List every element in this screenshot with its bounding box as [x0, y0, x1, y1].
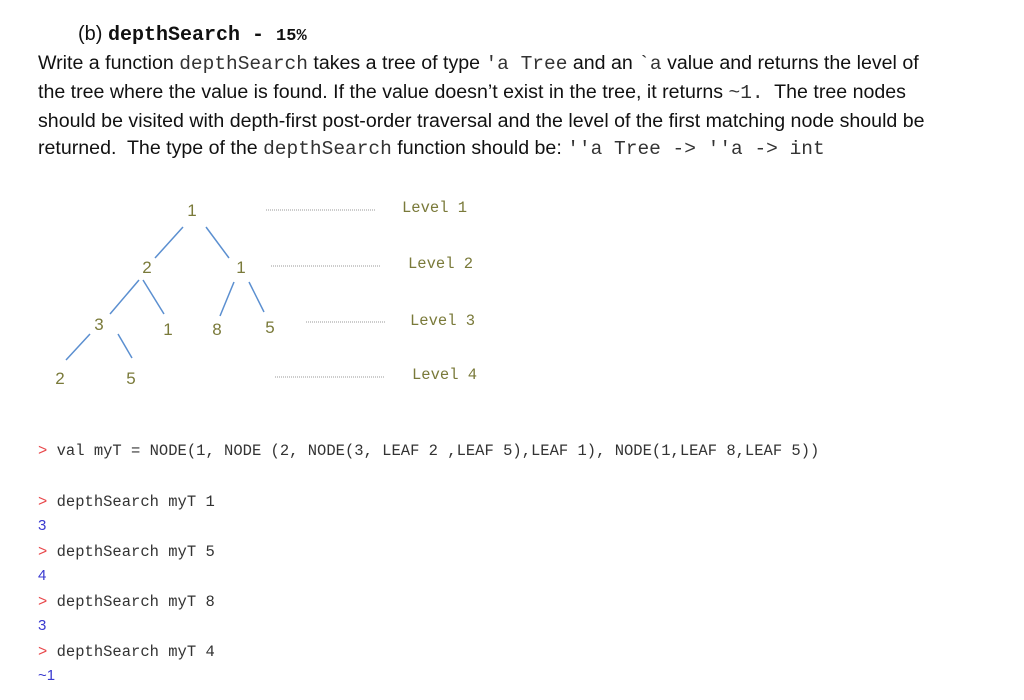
repl-output-line: 3: [38, 616, 46, 636]
level-label: Level 4: [412, 366, 477, 384]
repl-output-line: 3: [38, 516, 46, 536]
tree-edge: [205, 226, 230, 259]
description-text: and an: [567, 52, 639, 74]
inline-code: `a: [638, 53, 662, 75]
repl-output: 4: [38, 567, 47, 584]
repl-prompt: >: [38, 543, 48, 561]
description-text: The tree nodes: [763, 80, 906, 103]
repl-input-line: > depthSearch myT 5: [38, 542, 215, 562]
tree-node: 1: [163, 320, 172, 339]
tree-edge: [109, 279, 140, 315]
tree-node: 2: [55, 369, 64, 388]
level-label: Level 3: [410, 312, 475, 330]
repl-output-line: 4: [38, 566, 46, 586]
tree-edge: [154, 226, 184, 259]
repl-input-line: > depthSearch myT 4: [38, 642, 215, 662]
description-text: value and returns the level of: [661, 52, 919, 74]
tree-edge: [117, 333, 133, 359]
repl-output-line: ~1: [38, 666, 55, 686]
repl-output: 3: [38, 517, 47, 534]
tree-node: 5: [126, 369, 135, 388]
repl-command: depthSearch myT 8: [47, 593, 215, 611]
repl-prompt: >: [38, 593, 48, 611]
repl-output: ~1: [38, 667, 56, 684]
tree-edge: [65, 333, 91, 361]
repl-command: depthSearch myT 5: [47, 543, 215, 561]
tree-node: 2: [142, 258, 151, 277]
repl-definition-line: > val myT = NODE(1, NODE (2, NODE(3, LEA…: [38, 441, 819, 461]
repl-prompt: >: [38, 442, 48, 460]
tree-node: 3: [94, 315, 103, 334]
tree-node: 8: [212, 320, 221, 339]
repl-definition: val myT = NODE(1, NODE (2, NODE(3, LEAF …: [47, 442, 820, 460]
tree-node: 5: [265, 318, 274, 337]
tree-node: 1: [187, 201, 196, 220]
repl-input-line: > depthSearch myT 1: [38, 492, 215, 512]
inline-code: ~1.: [728, 81, 764, 104]
repl-input-line: > depthSearch myT 8: [38, 592, 215, 612]
repl-prompt: >: [38, 493, 48, 511]
repl-command: depthSearch myT 4: [47, 643, 215, 661]
repl-output: 3: [38, 617, 47, 634]
tree-edge: [219, 281, 235, 317]
tree-edge: [248, 281, 265, 313]
inline-code: ''a Tree -> ''a -> int: [567, 138, 825, 161]
tree-node: 1: [236, 258, 245, 277]
repl-command: depthSearch myT 1: [47, 493, 215, 511]
tree-edge: [142, 279, 165, 315]
repl-prompt: >: [38, 643, 48, 661]
level-label: Level 1: [402, 199, 467, 217]
level-label: Level 2: [408, 255, 473, 273]
tree-diagram: 1 2 1 3 1 8 5 2 5 Level 1 Level 2 Level 3 Level 4: [55, 199, 477, 388]
